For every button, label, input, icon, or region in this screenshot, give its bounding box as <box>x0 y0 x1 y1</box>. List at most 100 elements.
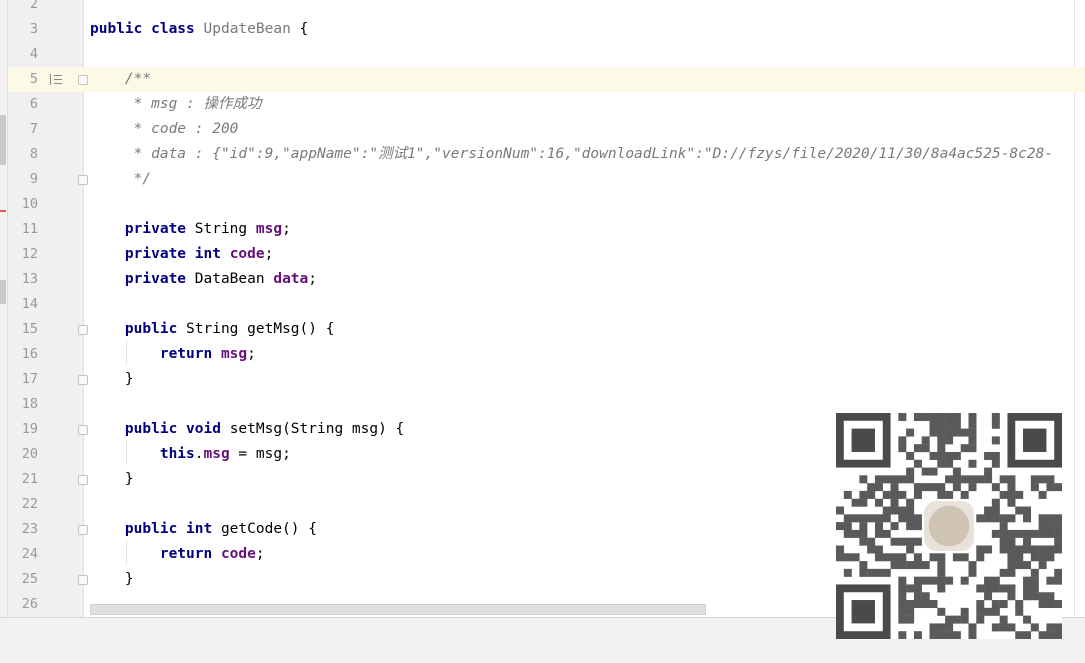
code-token: */ <box>90 171 152 187</box>
code-text[interactable]: private DataBean data; <box>90 267 317 292</box>
line-number[interactable]: 6 <box>8 92 38 117</box>
indent-guide <box>126 440 127 465</box>
code-line[interactable]: 11 private String msg; <box>8 217 1085 242</box>
line-number[interactable]: 17 <box>8 367 38 392</box>
code-line[interactable]: 10 <box>8 192 1085 217</box>
code-token: . <box>194 446 204 462</box>
code-token: data <box>273 271 309 287</box>
code-line[interactable]: 16 return msg; <box>8 342 1085 367</box>
code-line[interactable]: 5 /** <box>8 67 1085 92</box>
code-line[interactable]: 14 <box>8 292 1085 317</box>
render-doc-icon[interactable] <box>50 74 62 85</box>
code-text[interactable]: /** <box>90 67 151 92</box>
line-number[interactable]: 20 <box>8 442 38 467</box>
line-number[interactable]: 24 <box>8 542 38 567</box>
line-number[interactable]: 26 <box>8 592 38 617</box>
fold-toggle-icon[interactable] <box>78 425 88 435</box>
left-tool-strip <box>0 0 8 617</box>
code-token: * data : {"id":9,"appName":"测试1","versio… <box>90 146 1054 162</box>
indent-guide <box>126 540 127 565</box>
code-token: msg <box>203 446 230 462</box>
line-number[interactable]: 18 <box>8 392 38 417</box>
indent-guide <box>126 340 127 365</box>
fold-toggle-icon[interactable] <box>78 75 88 85</box>
code-token: } <box>90 371 134 387</box>
fold-toggle-icon[interactable] <box>78 575 88 585</box>
code-text[interactable]: } <box>90 367 134 392</box>
line-number[interactable]: 8 <box>8 142 38 167</box>
line-number[interactable]: 12 <box>8 242 38 267</box>
code-token: * msg : 操作成功 <box>90 96 262 112</box>
code-token: * code : 200 <box>90 121 239 137</box>
code-text[interactable]: * msg : 操作成功 <box>90 92 262 117</box>
line-number[interactable]: 19 <box>8 417 38 442</box>
code-text[interactable]: this.msg = msg; <box>90 442 291 467</box>
code-text[interactable]: public String getMsg() { <box>90 317 335 342</box>
line-number[interactable]: 10 <box>8 192 38 217</box>
code-token: ; <box>282 221 291 237</box>
code-token: msg <box>220 346 248 362</box>
code-line[interactable]: 12 private int code; <box>8 242 1085 267</box>
code-line[interactable]: 13 private DataBean data; <box>8 267 1085 292</box>
code-line[interactable]: 9 */ <box>8 167 1085 192</box>
code-line[interactable]: 2 <box>8 0 1085 17</box>
code-token: code <box>220 546 256 562</box>
line-number[interactable]: 16 <box>8 342 38 367</box>
line-number[interactable]: 11 <box>8 217 38 242</box>
line-number[interactable]: 22 <box>8 492 38 517</box>
horizontal-scrollbar[interactable] <box>90 604 706 615</box>
code-text[interactable]: */ <box>90 167 151 192</box>
error-marker <box>0 210 6 212</box>
code-token: ; <box>255 546 265 562</box>
code-token: ; <box>308 271 317 287</box>
code-text[interactable]: private int code; <box>90 242 273 267</box>
code-token: return <box>90 346 221 362</box>
tool-window-marker[interactable] <box>0 280 6 304</box>
code-line[interactable]: 6 * msg : 操作成功 <box>8 92 1085 117</box>
code-text[interactable]: return msg; <box>90 342 256 367</box>
code-text[interactable]: } <box>90 467 134 492</box>
line-number[interactable]: 14 <box>8 292 38 317</box>
line-number[interactable]: 3 <box>8 17 38 42</box>
code-token: private int <box>90 246 230 262</box>
fold-toggle-icon[interactable] <box>78 375 88 385</box>
code-text[interactable]: return code; <box>90 542 265 567</box>
code-line[interactable]: 3 public class UpdateBean { <box>8 17 1085 42</box>
code-text[interactable]: public void setMsg(String msg) { <box>90 417 404 442</box>
code-line[interactable]: 15 public String getMsg() { <box>8 317 1085 342</box>
code-text[interactable]: * data : {"id":9,"appName":"测试1","versio… <box>90 142 1053 167</box>
code-token: setMsg(String msg) { <box>229 421 405 437</box>
code-text[interactable]: * code : 200 <box>90 117 239 142</box>
fold-toggle-icon[interactable] <box>78 475 88 485</box>
fold-toggle-icon[interactable] <box>78 325 88 335</box>
code-line[interactable]: 4 <box>8 42 1085 67</box>
fold-toggle-icon[interactable] <box>78 175 88 185</box>
code-token: this <box>90 446 195 462</box>
code-token: public void <box>90 421 230 437</box>
fold-toggle-icon[interactable] <box>78 525 88 535</box>
code-line[interactable]: 17 } <box>8 367 1085 392</box>
line-number[interactable]: 21 <box>8 467 38 492</box>
code-text[interactable]: public class UpdateBean { <box>90 17 308 42</box>
code-text[interactable]: public int getCode() { <box>90 517 317 542</box>
line-number[interactable]: 5 <box>8 67 38 92</box>
code-line[interactable]: 8 * data : {"id":9,"appName":"测试1","vers… <box>8 142 1085 167</box>
code-line[interactable]: 7 * code : 200 <box>8 117 1085 142</box>
line-number[interactable]: 4 <box>8 42 38 67</box>
code-token: code <box>229 246 265 262</box>
line-number[interactable]: 2 <box>8 0 38 17</box>
code-token: msg <box>255 221 283 237</box>
line-number[interactable]: 25 <box>8 567 38 592</box>
code-token: /** <box>90 71 152 87</box>
code-token: DataBean <box>194 271 274 287</box>
line-number[interactable]: 15 <box>8 317 38 342</box>
line-number[interactable]: 7 <box>8 117 38 142</box>
line-number[interactable]: 13 <box>8 267 38 292</box>
code-token: } <box>90 471 134 487</box>
tool-window-marker[interactable] <box>0 115 6 165</box>
code-token: private <box>90 271 195 287</box>
line-number[interactable]: 9 <box>8 167 38 192</box>
code-text[interactable]: private String msg; <box>90 217 291 242</box>
code-text[interactable]: } <box>90 567 134 592</box>
line-number[interactable]: 23 <box>8 517 38 542</box>
